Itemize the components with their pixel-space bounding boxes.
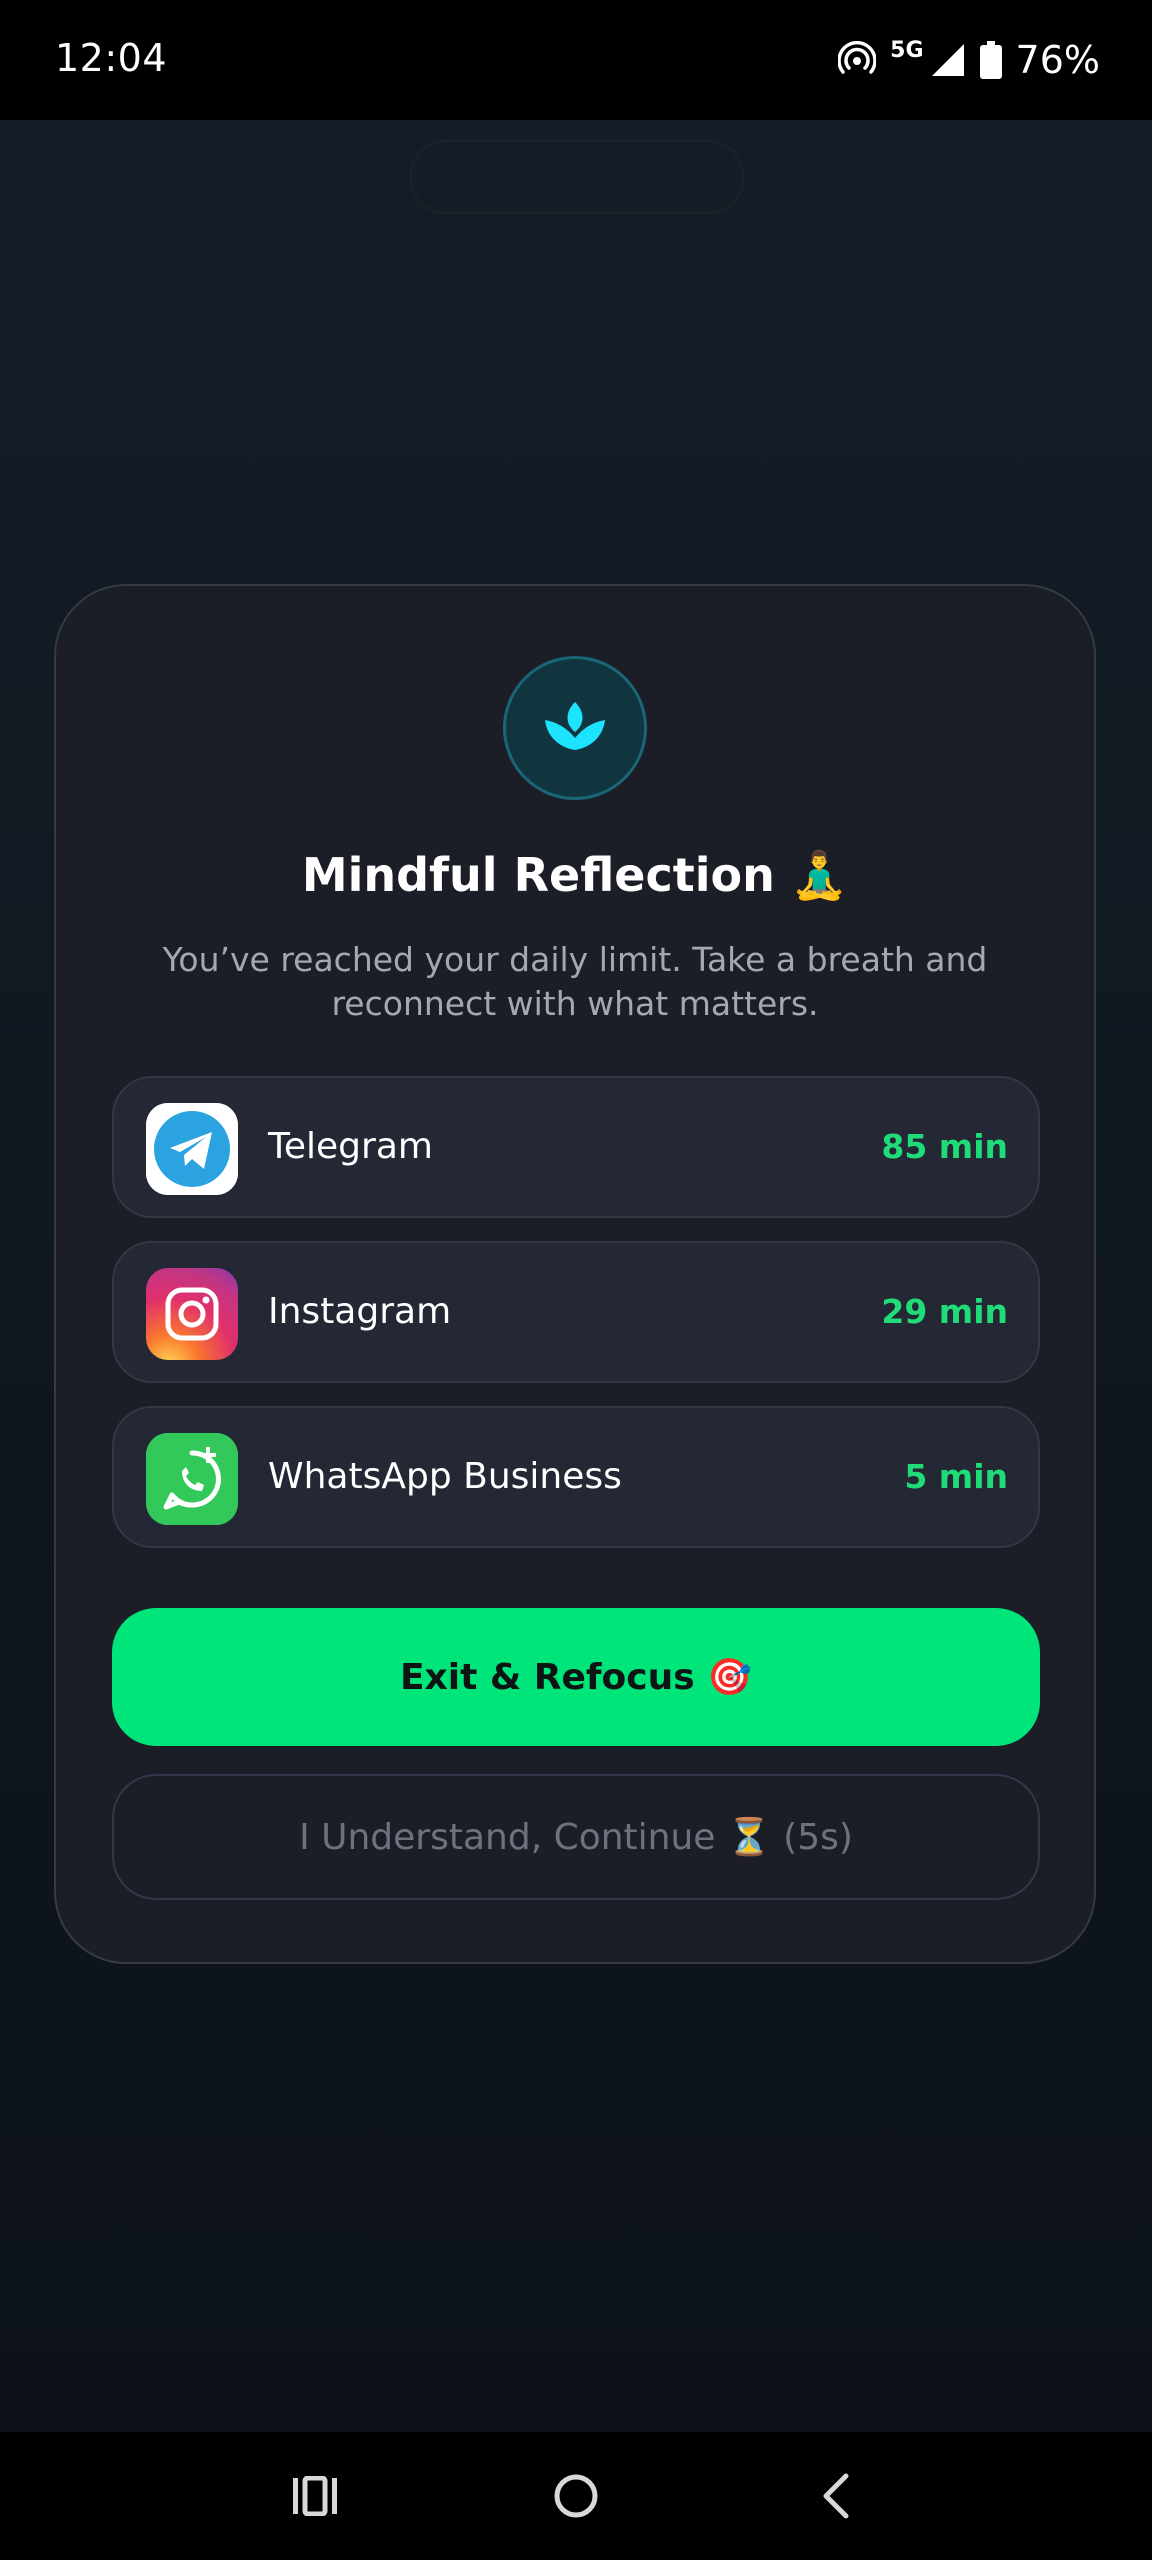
app-row-instagram: Instagram 29 min [112, 1241, 1040, 1383]
mindful-reflection-dialog: Mindful Reflection 🧘‍♂️ You’ve reached y… [54, 584, 1096, 1964]
instagram-icon [146, 1268, 238, 1360]
recents-icon[interactable] [255, 2432, 375, 2560]
app-name: Telegram [268, 1126, 433, 1167]
signal-icon [930, 42, 966, 78]
app-row-whatsapp-business: WhatsApp Business 5 min [112, 1406, 1040, 1548]
status-icons: 5G 76% [838, 36, 1100, 84]
background-pill [410, 140, 744, 214]
battery-level: 76% [1015, 38, 1100, 82]
continue-button[interactable]: I Understand, Continue ⏳ (5s) [112, 1774, 1040, 1900]
navigation-bar [0, 2432, 1152, 2560]
exit-refocus-button[interactable]: Exit & Refocus 🎯 [112, 1608, 1040, 1746]
app-usage-time: 5 min [904, 1457, 1008, 1496]
app-row-telegram: Telegram 85 min [112, 1076, 1040, 1218]
app-name: Instagram [268, 1291, 452, 1332]
app-usage-time: 85 min [881, 1127, 1008, 1166]
home-icon[interactable] [516, 2432, 636, 2560]
hotspot-icon [838, 41, 877, 79]
app-name: WhatsApp Business [268, 1456, 622, 1497]
dialog-subtitle: You’ve reached your daily limit. Take a … [162, 940, 988, 1023]
telegram-icon [146, 1103, 238, 1195]
status-time: 12:04 [55, 36, 168, 80]
network-type: 5G [890, 37, 924, 63]
dialog-title: Mindful Reflection 🧘‍♂️ [301, 848, 849, 902]
app-usage-time: 29 min [881, 1292, 1008, 1331]
battery-icon [979, 41, 1002, 79]
whatsapp-business-icon [146, 1433, 238, 1525]
back-icon[interactable] [776, 2432, 896, 2560]
status-bar: 12:04 5G 76% [0, 0, 1152, 120]
lotus-icon [503, 656, 647, 800]
